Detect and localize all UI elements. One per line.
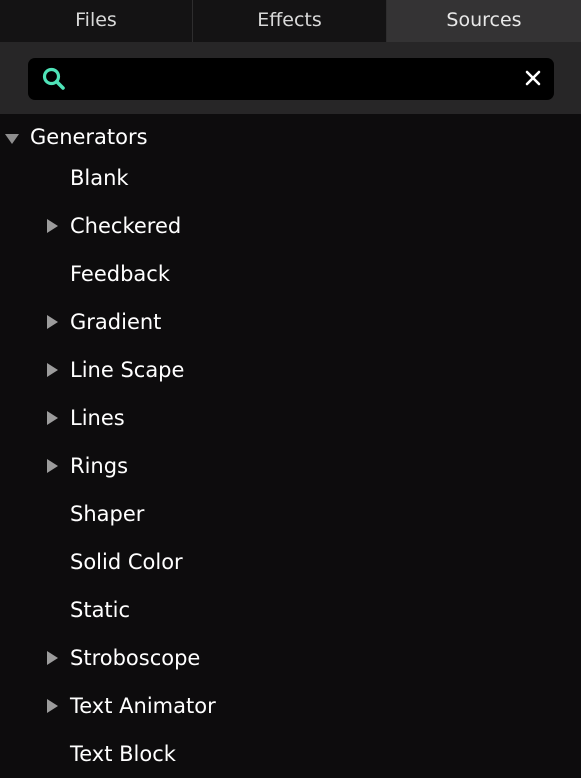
tree-item-label: Gradient (70, 310, 162, 334)
sources-panel: Files Effects Sources Generators Blank C… (0, 0, 581, 778)
chevron-right-icon[interactable] (47, 315, 58, 329)
chevron-right-icon[interactable] (47, 411, 58, 425)
search-box[interactable] (28, 58, 554, 100)
tab-bar: Files Effects Sources (0, 0, 581, 42)
tab-effects[interactable]: Effects (193, 0, 387, 42)
tab-sources[interactable]: Sources (387, 0, 581, 42)
tree-group-generators[interactable]: Generators (0, 122, 581, 154)
tree-item-label: Checkered (70, 214, 182, 238)
tree-item-label: Feedback (70, 262, 171, 286)
tree-item-blank[interactable]: Blank (0, 162, 581, 202)
tree-item-label: Text Animator (70, 694, 216, 718)
tree-item-label: Stroboscope (70, 646, 201, 670)
tree-item-label: Shaper (70, 502, 145, 526)
chevron-right-icon[interactable] (47, 699, 58, 713)
tree-item-text-block[interactable]: Text Block (0, 738, 581, 778)
tree-item-feedback[interactable]: Feedback (0, 258, 581, 298)
tree-item-line-scape[interactable]: Line Scape (0, 354, 581, 394)
chevron-right-icon[interactable] (47, 651, 58, 665)
tree-item-text-animator[interactable]: Text Animator (0, 690, 581, 730)
tree-item-label: Line Scape (70, 358, 185, 382)
tree-item-label: Blank (70, 166, 129, 190)
tree-item-shaper[interactable]: Shaper (0, 498, 581, 538)
tree-item-solid-color[interactable]: Solid Color (0, 546, 581, 586)
chevron-right-icon[interactable] (47, 219, 58, 233)
source-tree: Generators Blank Checkered Feedback Grad… (0, 114, 581, 778)
search-bar (0, 42, 581, 114)
tree-item-rings[interactable]: Rings (0, 450, 581, 490)
tree-item-label: Static (70, 598, 131, 622)
search-input[interactable] (80, 64, 504, 96)
tree-group-label: Generators (30, 125, 148, 149)
tree-item-checkered[interactable]: Checkered (0, 210, 581, 250)
tree-item-label: Solid Color (70, 550, 183, 574)
search-icon (42, 67, 65, 90)
tab-files[interactable]: Files (0, 0, 193, 42)
tree-item-label: Rings (70, 454, 129, 478)
tree-item-label: Text Block (70, 742, 176, 766)
chevron-right-icon[interactable] (47, 363, 58, 377)
tree-item-stroboscope[interactable]: Stroboscope (0, 642, 581, 682)
chevron-right-icon[interactable] (47, 459, 58, 473)
chevron-down-icon[interactable] (5, 134, 19, 144)
close-icon[interactable] (524, 69, 542, 87)
tree-item-lines[interactable]: Lines (0, 402, 581, 442)
tree-item-static[interactable]: Static (0, 594, 581, 634)
tree-item-label: Lines (70, 406, 125, 430)
tree-item-gradient[interactable]: Gradient (0, 306, 581, 346)
